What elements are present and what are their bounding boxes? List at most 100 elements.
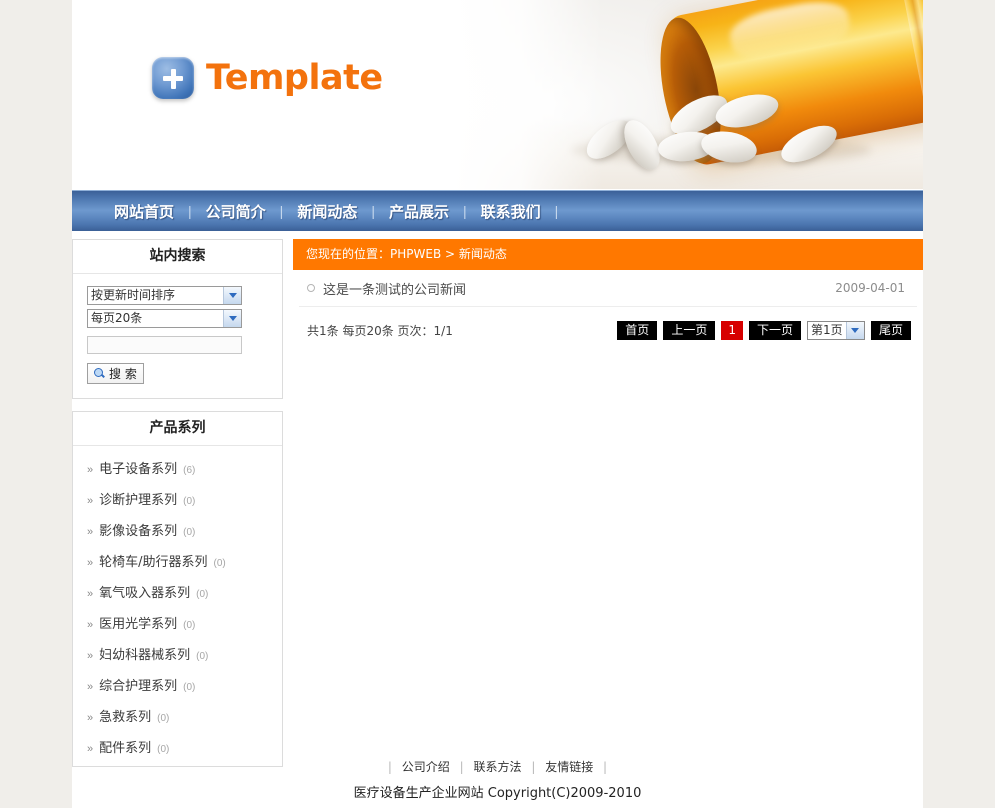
nav-separator: | <box>279 203 284 219</box>
chevron-right-icon: » <box>87 588 94 600</box>
content-area: 站内搜索 按更新时间排序 每页20条 搜 索 产品系列 » 电子设备系列 (6)… <box>72 231 923 779</box>
category-item-electronic[interactable]: » 电子设备系列 (6) <box>73 452 282 483</box>
category-item-diagnostic[interactable]: » 诊断护理系列 (0) <box>73 483 282 514</box>
footer-separator: | <box>387 760 392 774</box>
category-count: (6) <box>183 465 196 476</box>
nav-separator: | <box>462 203 467 219</box>
search-panel: 站内搜索 按更新时间排序 每页20条 搜 索 <box>72 239 283 399</box>
pagination-first-button[interactable]: 首页 <box>617 321 658 340</box>
nav-separator: | <box>188 203 192 219</box>
category-item-imaging[interactable]: » 影像设备系列 (0) <box>73 514 282 545</box>
pagination-prev-button[interactable]: 上一页 <box>663 321 716 340</box>
search-button[interactable]: 搜 索 <box>87 363 144 384</box>
footer-links: | 公司介绍 | 联系方法 | 友情链接 | <box>72 758 923 775</box>
category-count: (0) <box>213 558 226 569</box>
site-logo[interactable]: Template <box>152 57 383 99</box>
category-name: 影像设备系列 <box>99 524 178 539</box>
category-list: » 电子设备系列 (6) » 诊断护理系列 (0) » 影像设备系列 (0) »… <box>73 446 282 766</box>
pagesize-select-value: 每页20条 <box>91 311 143 325</box>
nav-item-products[interactable]: 产品展示 <box>375 201 463 222</box>
pagesize-select[interactable]: 每页20条 <box>87 309 242 328</box>
site-banner: Template <box>72 0 923 190</box>
category-count: (0) <box>157 744 170 755</box>
nav-item-home[interactable]: 网站首页 <box>100 201 188 222</box>
category-name: 氧气吸入器系列 <box>99 586 191 601</box>
pagination-info: 共1条 每页20条 页次：1/1 <box>307 324 453 338</box>
category-item-wheelchair[interactable]: » 轮椅车/助行器系列 (0) <box>73 545 282 576</box>
search-panel-title: 站内搜索 <box>73 240 282 274</box>
category-name: 电子设备系列 <box>99 462 178 477</box>
chevron-down-icon[interactable] <box>845 322 864 339</box>
magnifier-icon <box>94 368 105 379</box>
category-item-maternity[interactable]: » 妇幼科器械系列 (0) <box>73 638 282 669</box>
category-name: 诊断护理系列 <box>99 493 178 508</box>
news-item-left: 这是一条测试的公司新闻 <box>307 279 466 298</box>
footer-separator: | <box>603 760 608 774</box>
category-count: (0) <box>196 651 209 662</box>
footer-separator: | <box>459 760 464 774</box>
category-count: (0) <box>183 620 196 631</box>
category-item-optical[interactable]: » 医用光学系列 (0) <box>73 607 282 638</box>
nav-item-news[interactable]: 新闻动态 <box>283 201 371 222</box>
search-input[interactable] <box>87 336 242 354</box>
page-container: Template 网站首页 | 公司简介 | 新闻动态 | 产品展示 | 联系我… <box>72 0 923 808</box>
category-name: 配件系列 <box>99 741 152 756</box>
footer-separator: | <box>531 760 536 774</box>
footer-link-contact[interactable]: 联系方法 <box>473 760 521 774</box>
category-count: (0) <box>183 496 196 507</box>
footer-link-friendly[interactable]: 友情链接 <box>545 760 593 774</box>
news-item-date: 2009-04-01 <box>835 281 905 295</box>
banner-photo-pill-bottle <box>453 0 923 189</box>
pagination-last-button[interactable]: 尾页 <box>870 321 911 340</box>
category-panel-title: 产品系列 <box>73 412 282 446</box>
chevron-down-icon[interactable] <box>223 310 241 327</box>
banner-fade-overlay <box>453 0 603 189</box>
nav-separator: | <box>371 203 375 219</box>
news-item[interactable]: 这是一条测试的公司新闻 2009-04-01 <box>299 270 917 307</box>
plus-badge-icon <box>152 57 194 99</box>
category-name: 综合护理系列 <box>99 679 178 694</box>
nav-item-contact[interactable]: 联系我们 <box>467 201 555 222</box>
category-count: (0) <box>183 527 196 538</box>
chevron-right-icon: » <box>87 650 94 662</box>
chevron-right-icon: » <box>87 464 94 476</box>
bottle-highlight <box>726 0 854 66</box>
category-name: 妇幼科器械系列 <box>99 648 191 663</box>
category-count: (0) <box>183 682 196 693</box>
category-count: (0) <box>196 589 209 600</box>
chevron-down-icon[interactable] <box>223 287 241 304</box>
footer-link-about[interactable]: 公司介绍 <box>402 760 450 774</box>
category-name: 急救系列 <box>99 710 152 725</box>
site-footer: | 公司介绍 | 联系方法 | 友情链接 | 医疗设备生产企业网站 Copyri… <box>72 758 923 801</box>
sort-select[interactable]: 按更新时间排序 <box>87 286 242 305</box>
pagination-current-page[interactable]: 1 <box>721 321 743 340</box>
chevron-right-icon: » <box>87 557 94 569</box>
chevron-right-icon: » <box>87 526 94 538</box>
chevron-right-icon: » <box>87 681 94 693</box>
category-name: 轮椅车/助行器系列 <box>99 555 208 570</box>
category-panel: 产品系列 » 电子设备系列 (6) » 诊断护理系列 (0) » 影像设备系列 <box>72 411 283 767</box>
category-item-emergency[interactable]: » 急救系列 (0) <box>73 700 282 731</box>
footer-copyright: 医疗设备生产企业网站 Copyright(C)2009-2010 <box>353 786 642 801</box>
search-panel-body: 按更新时间排序 每页20条 搜 索 <box>73 274 282 398</box>
category-item-general-care[interactable]: » 综合护理系列 (0) <box>73 669 282 700</box>
sidebar: 站内搜索 按更新时间排序 每页20条 搜 索 产品系列 » 电子设备系列 (6)… <box>72 239 283 779</box>
circle-bullet-icon <box>307 284 315 292</box>
pagination-page-select-value: 第1页 <box>810 323 843 337</box>
chevron-right-icon: » <box>87 743 94 755</box>
pagination-next-button[interactable]: 下一页 <box>748 321 801 340</box>
category-name: 医用光学系列 <box>99 617 178 632</box>
nav-item-about[interactable]: 公司简介 <box>192 201 280 222</box>
category-count: (0) <box>157 713 170 724</box>
news-list: 这是一条测试的公司新闻 2009-04-01 <box>293 270 923 307</box>
nav-separator: | <box>554 203 559 219</box>
chevron-right-icon: » <box>87 619 94 631</box>
search-button-label: 搜 索 <box>109 367 137 381</box>
main-column: 您现在的位置：PHPWEB > 新闻动态 这是一条测试的公司新闻 2009-04… <box>293 239 923 340</box>
news-item-title[interactable]: 这是一条测试的公司新闻 <box>323 279 466 298</box>
pagination: 共1条 每页20条 页次：1/1 首页 上一页 1 下一页 第1页 尾页 <box>293 307 923 340</box>
chevron-right-icon: » <box>87 495 94 507</box>
pagination-page-select[interactable]: 第1页 <box>806 321 865 340</box>
logo-text: Template <box>206 58 383 98</box>
category-item-oxygen[interactable]: » 氧气吸入器系列 (0) <box>73 576 282 607</box>
